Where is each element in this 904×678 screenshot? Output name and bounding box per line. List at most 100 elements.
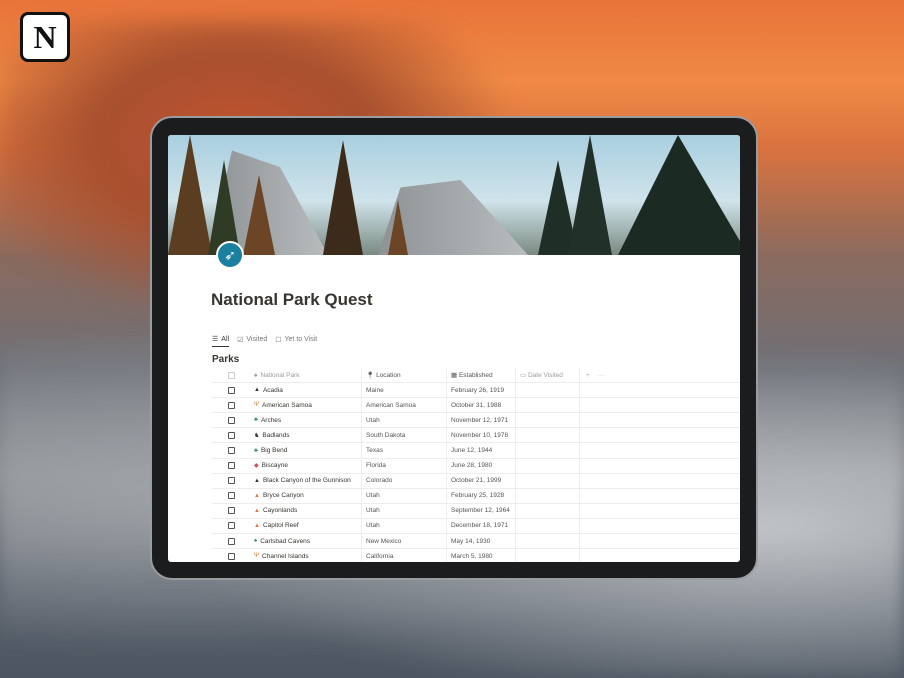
row-checkbox[interactable] — [227, 537, 235, 545]
row-checkbox[interactable] — [227, 447, 235, 455]
more-options-button[interactable]: ··· — [598, 372, 605, 379]
row-checkbox[interactable] — [227, 552, 235, 560]
bison-icon: ♞ — [254, 432, 260, 439]
column-national-park[interactable]: ♠ National Park — [250, 368, 362, 383]
table-row[interactable]: ▲ Cayonlands Utah September 12, 1964 — [212, 503, 740, 519]
column-location[interactable]: 📍︎ Location — [362, 368, 447, 383]
park-name[interactable]: Capitol Reef — [263, 522, 299, 529]
cactus-icon: ♣ — [254, 447, 258, 454]
location-cell[interactable]: South Dakota — [362, 428, 447, 443]
established-cell[interactable]: October 31, 1988 — [447, 398, 516, 413]
tab-visited[interactable]: ☑ Visited — [237, 335, 267, 347]
location-cell[interactable]: Utah — [362, 413, 447, 428]
established-cell[interactable]: February 26, 1919 — [447, 383, 516, 398]
mountain-icon: ▲ — [254, 387, 260, 394]
location-cell[interactable]: Utah — [362, 518, 447, 534]
row-checkbox[interactable] — [227, 401, 235, 409]
palm-icon: Ψ — [254, 402, 260, 409]
established-cell[interactable]: October 21, 1999 — [447, 473, 516, 488]
row-checkbox[interactable] — [227, 462, 235, 470]
date-visited-cell[interactable] — [516, 398, 580, 413]
location-cell[interactable]: Florida — [362, 458, 447, 473]
tablet-screen: ➶ National Park Quest ☰ All ☑ Visited ☐ Yet… — [168, 135, 740, 562]
date-visited-cell[interactable] — [516, 473, 580, 488]
park-name[interactable]: Channel Islands — [262, 553, 309, 560]
table-header: ♠ National Park 📍︎ Location ▦ Established… — [212, 368, 740, 384]
established-cell[interactable]: May 14, 1930 — [447, 534, 516, 549]
row-checkbox[interactable] — [227, 386, 235, 394]
table-row[interactable]: ♞ Badlands South Dakota November 10, 1978 — [212, 428, 740, 444]
established-cell[interactable]: March 5, 1980 — [447, 549, 516, 562]
established-cell[interactable]: June 12, 1944 — [447, 443, 516, 458]
select-all-checkbox[interactable] — [227, 371, 235, 379]
park-name[interactable]: Badlands — [262, 432, 289, 439]
location-cell[interactable]: Maine — [362, 383, 447, 398]
view-tabs: ☰ All ☑ Visited ☐ Yet to Visit — [212, 335, 317, 347]
table-row[interactable]: ♣ Big Bend Texas June 12, 1944 — [212, 443, 740, 459]
date-visited-cell[interactable] — [516, 428, 580, 443]
table-row[interactable]: ♣ Arches Utah November 12, 1971 — [212, 413, 740, 429]
column-date-visited[interactable]: ▭ Date Visited — [516, 368, 580, 383]
location-cell[interactable]: Colorado — [362, 473, 447, 488]
notion-logo: N — [20, 12, 70, 62]
page-title: National Park Quest — [211, 290, 373, 309]
established-cell[interactable]: February 25, 1928 — [447, 488, 516, 503]
compass-icon[interactable]: ➶ — [216, 241, 244, 269]
park-name[interactable]: Cayonlands — [263, 507, 297, 514]
table-row[interactable]: ◆ Biscayne Florida June 28, 1980 — [212, 458, 740, 474]
location-cell[interactable]: New Mexico — [362, 534, 447, 549]
tab-yet-to-visit[interactable]: ☐ Yet to Visit — [275, 335, 317, 347]
date-visited-cell[interactable] — [516, 383, 580, 398]
established-cell[interactable]: June 28, 1980 — [447, 458, 516, 473]
park-name[interactable]: Biscayne — [262, 462, 288, 469]
date-visited-cell[interactable] — [516, 413, 580, 428]
date-visited-cell[interactable] — [516, 503, 580, 518]
add-column-button[interactable]: + — [586, 372, 590, 379]
park-name[interactable]: American Samoa — [262, 402, 312, 409]
row-checkbox[interactable] — [227, 522, 235, 530]
pin-icon: 📍︎ — [366, 372, 375, 380]
tree-icon: ♠ — [254, 371, 258, 379]
park-name[interactable]: Black Canyon of the Gunnison — [263, 477, 351, 484]
table-row[interactable]: ▲ Bryce Canyon Utah February 25, 1928 — [212, 488, 740, 504]
date-visited-cell[interactable] — [516, 518, 580, 534]
mountain-icon: ▲ — [254, 522, 260, 529]
park-name[interactable]: Big Bend — [261, 447, 287, 454]
date-visited-cell[interactable] — [516, 549, 580, 562]
table-row[interactable]: Ψ American Samoa American Samoa October 3… — [212, 398, 740, 414]
row-checkbox[interactable] — [227, 492, 235, 500]
database-title: Parks — [212, 354, 240, 365]
park-name[interactable]: Bryce Canyon — [263, 492, 304, 499]
column-label: Date Visited — [527, 371, 563, 379]
location-cell[interactable]: Texas — [362, 443, 447, 458]
established-cell[interactable]: September 12, 1964 — [447, 503, 516, 518]
location-cell[interactable]: Utah — [362, 488, 447, 503]
column-established[interactable]: ▦ Established — [447, 368, 516, 383]
park-name[interactable]: Acadia — [263, 387, 283, 394]
location-cell[interactable]: American Samoa — [362, 398, 447, 413]
table-row[interactable]: ♠ Carlsbad Cavens New Mexico May 14, 1930 — [212, 534, 740, 550]
table-row[interactable]: ▲ Acadia Maine February 26, 1919 — [212, 383, 740, 399]
list-icon: ☰ — [212, 336, 219, 343]
table-row[interactable]: ▲ Black Canyon of the Gunnison Colorado O… — [212, 473, 740, 489]
established-cell[interactable]: November 12, 1971 — [447, 413, 516, 428]
date-visited-cell[interactable] — [516, 443, 580, 458]
table-row[interactable]: ▲ Capitol Reef Utah December 18, 1971 — [212, 518, 740, 535]
location-cell[interactable]: Utah — [362, 503, 447, 518]
row-checkbox[interactable] — [227, 477, 235, 485]
row-checkbox[interactable] — [227, 416, 235, 424]
date-visited-cell[interactable] — [516, 534, 580, 549]
date-visited-cell[interactable] — [516, 458, 580, 473]
established-cell[interactable]: November 10, 1978 — [447, 428, 516, 443]
row-checkbox[interactable] — [227, 507, 235, 515]
table-row[interactable]: Ψ Channel Islands California March 5, 198… — [212, 549, 740, 562]
established-cell[interactable]: December 18, 1971 — [447, 518, 516, 534]
tab-label: All — [221, 335, 230, 343]
park-name[interactable]: Carlsbad Cavens — [260, 538, 310, 545]
date-visited-cell[interactable] — [516, 488, 580, 503]
row-checkbox[interactable] — [227, 431, 235, 439]
location-cell[interactable]: California — [362, 549, 447, 562]
park-name[interactable]: Arches — [261, 417, 281, 424]
column-label: Location — [376, 371, 401, 379]
tab-all[interactable]: ☰ All — [212, 335, 230, 347]
